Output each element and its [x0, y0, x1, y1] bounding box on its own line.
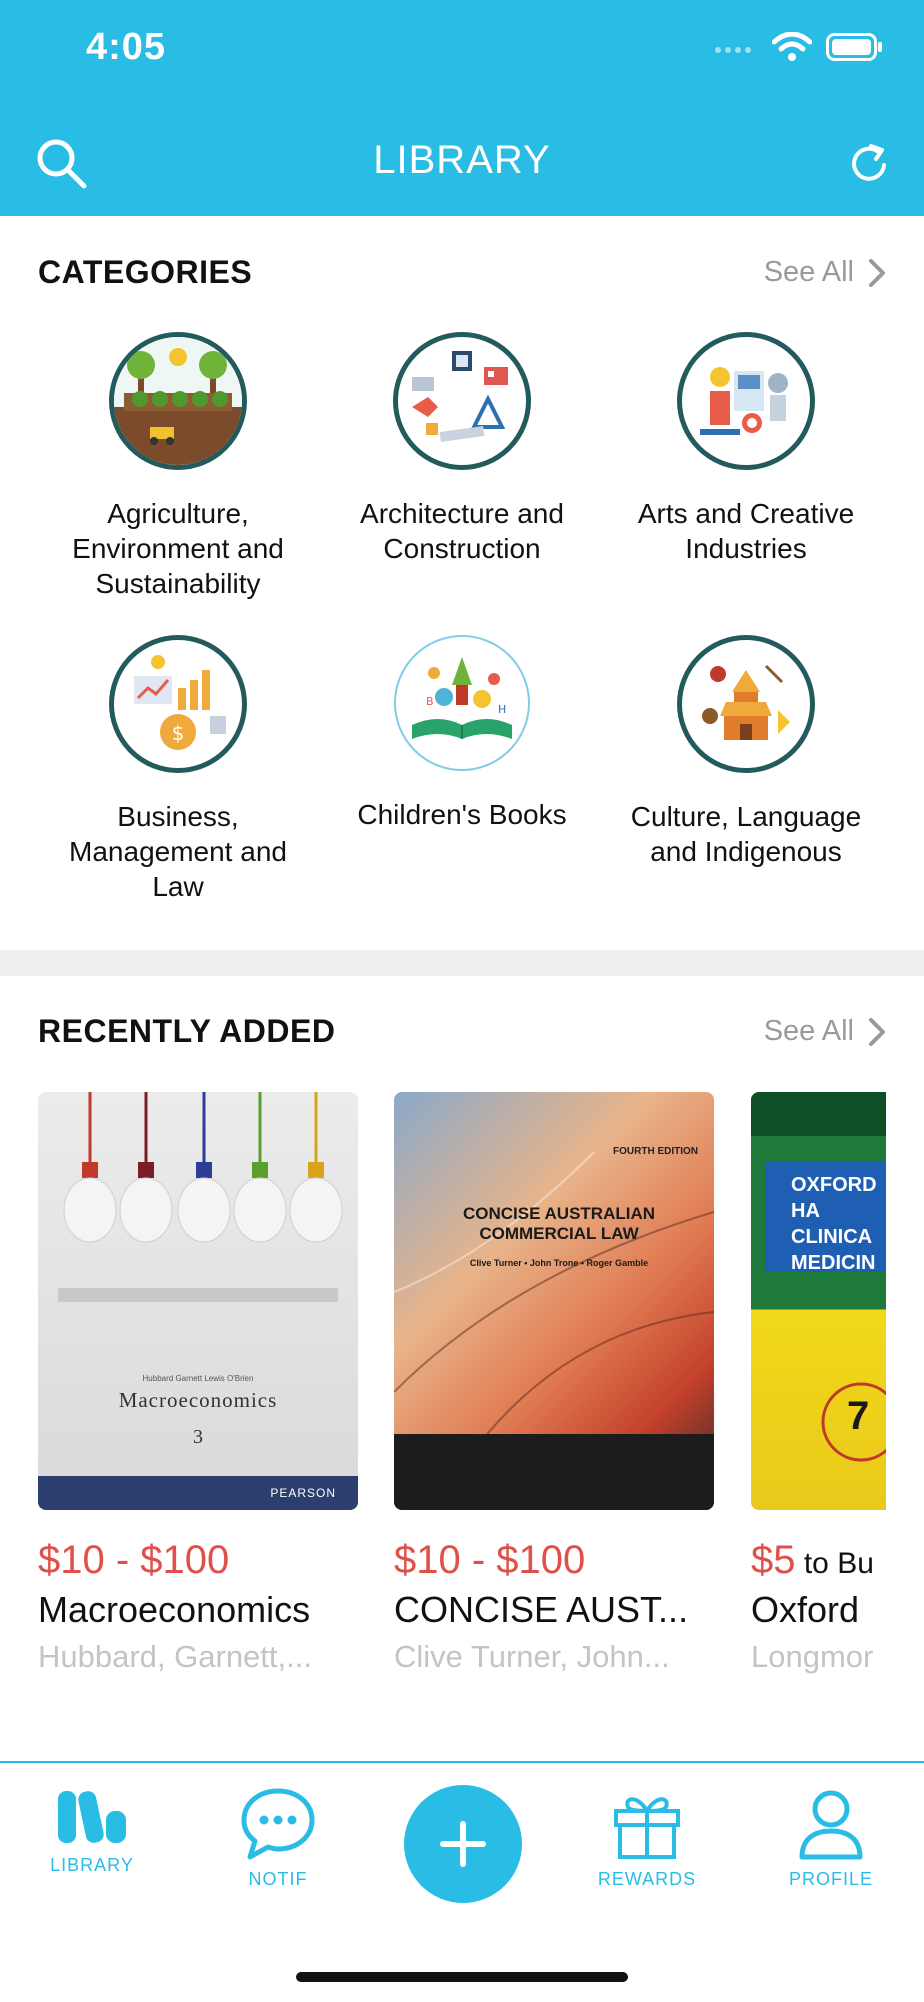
arts-icon: [677, 332, 815, 470]
tab-notif[interactable]: NOTIF: [203, 1787, 353, 1890]
book-cover-image: FOURTH EDITION CONCISE AUSTRALIAN COMMER…: [394, 1092, 714, 1510]
chevron-right-icon: [869, 258, 885, 287]
category-childrens-books[interactable]: B H Children's Books: [324, 635, 600, 832]
book-author: Hubbard, Garnett,...: [38, 1639, 312, 1674]
see-all-label: See All: [763, 1015, 854, 1047]
tab-label: LIBRARY: [50, 1855, 134, 1875]
svg-text:H: H: [498, 703, 506, 716]
book-cover-image: Hubbard Garnett Lewis O'Brien Macroecono…: [38, 1092, 358, 1510]
profile-icon: [799, 1790, 863, 1860]
status-icons: [714, 32, 884, 62]
chevron-right-icon: [869, 1017, 885, 1046]
cover-authors: Clive Turner • John Trone • Roger Gamble: [469, 1258, 649, 1268]
top-bar: 4:05 LIBRARY: [0, 0, 924, 216]
add-button[interactable]: [404, 1785, 522, 1903]
book-title: Oxford: [751, 1589, 860, 1630]
cover-title: Macroeconomics: [118, 1388, 278, 1412]
price-range: $10 - $100: [38, 1538, 230, 1582]
tab-library[interactable]: LIBRARY: [17, 1787, 167, 1876]
price-range: $10 - $100: [394, 1538, 586, 1582]
price-suffix: to Bu: [795, 1547, 874, 1580]
book-price: $10 - $100: [38, 1538, 358, 1583]
signal-icon: [715, 47, 751, 53]
svg-text:$: $: [172, 721, 185, 745]
business-icon: $: [109, 635, 247, 773]
refresh-button[interactable]: [844, 138, 894, 188]
wifi-icon: [772, 32, 812, 61]
page-title: LIBRARY: [373, 138, 551, 182]
refresh-icon: [852, 144, 886, 181]
category-label: Arts and Creative Industries: [637, 498, 855, 564]
cover-title: CONCISE AUSTRALIAN COMMERCIAL LAW: [462, 1204, 656, 1243]
category-business[interactable]: $ Business, Management and Law: [40, 635, 316, 904]
category-architecture[interactable]: Architecture and Construction: [324, 332, 600, 566]
chat-bubble-icon: [241, 1788, 315, 1860]
cover-title: OXFORD HA CLINICA MEDICIN: [791, 1174, 877, 1274]
plus-icon: [440, 1821, 486, 1867]
cover-publisher: PEARSON: [270, 1486, 336, 1500]
cover-edition: 7: [847, 1394, 870, 1438]
category-label: Agriculture, Environment and Sustainabil…: [72, 498, 284, 599]
library-icon: [58, 1791, 126, 1843]
status-time: 4:05: [86, 26, 167, 68]
book-title: Macroeconomics: [38, 1589, 311, 1630]
category-arts[interactable]: Arts and Creative Industries: [608, 332, 884, 566]
bottom-tab-bar: LIBRARY NOTIF REWARDS PROFILE: [0, 1761, 924, 2002]
category-culture[interactable]: Culture, Language and Indigenous: [608, 635, 884, 869]
home-indicator: [296, 1972, 628, 1982]
battery-icon: [826, 33, 882, 61]
recently-added-heading: RECENTLY ADDED: [38, 1013, 336, 1049]
categories-see-all[interactable]: See All: [764, 256, 886, 289]
category-label: Children's Books: [357, 799, 567, 830]
book-author: Clive Turner, John...: [394, 1639, 670, 1674]
tab-rewards[interactable]: REWARDS: [572, 1787, 722, 1890]
book-card-clip: OXFORD HA CLINICA MEDICIN 7 $5 to Bu Oxf…: [751, 1092, 886, 1692]
see-all-label: See All: [763, 256, 854, 288]
book-author: Longmor: [751, 1639, 874, 1674]
category-label: Architecture and Construction: [360, 498, 564, 564]
cover-edition: FOURTH EDITION: [613, 1146, 698, 1157]
childrens-books-icon: B H: [394, 635, 530, 771]
culture-icon: [677, 635, 815, 773]
book-card[interactable]: FOURTH EDITION CONCISE AUSTRALIAN COMMER…: [394, 1092, 714, 1675]
tab-profile[interactable]: PROFILE: [756, 1787, 906, 1890]
categories-heading: CATEGORIES: [38, 254, 253, 290]
book-card[interactable]: OXFORD HA CLINICA MEDICIN 7 $5 to Bu Oxf…: [751, 1092, 886, 1675]
book-price: $10 - $100: [394, 1538, 714, 1583]
cover-authors: Hubbard Garnett Lewis O'Brien: [142, 1374, 254, 1383]
tab-label: NOTIF: [248, 1869, 308, 1889]
section-divider: [0, 950, 924, 976]
price-range: $5: [751, 1538, 796, 1582]
tab-label: REWARDS: [597, 1869, 697, 1889]
agriculture-icon: [109, 332, 247, 470]
category-label: Business, Management and Law: [69, 801, 287, 902]
cover-edition: 3: [193, 1426, 203, 1448]
book-title: CONCISE AUST...: [394, 1589, 689, 1630]
recently-added-see-all[interactable]: See All: [764, 1015, 886, 1048]
gift-icon: [614, 1797, 680, 1859]
book-cover-image: OXFORD HA CLINICA MEDICIN 7: [751, 1092, 886, 1510]
tab-label: PROFILE: [788, 1869, 874, 1889]
category-label: Culture, Language and Indigenous: [630, 801, 862, 867]
category-agriculture[interactable]: Agriculture, Environment and Sustainabil…: [40, 332, 316, 601]
architecture-icon: [393, 332, 531, 470]
svg-text:B: B: [426, 695, 434, 708]
book-card[interactable]: Hubbard Garnett Lewis O'Brien Macroecono…: [38, 1092, 358, 1675]
book-price: $5 to Bu: [751, 1538, 886, 1583]
